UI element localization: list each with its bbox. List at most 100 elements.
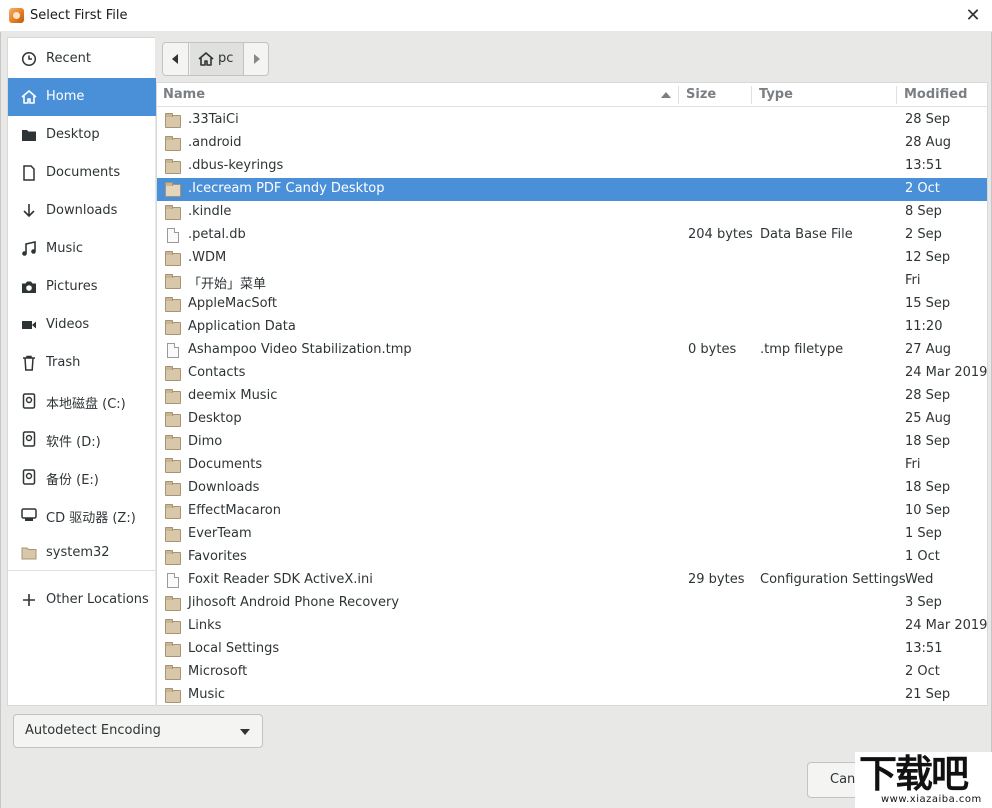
file-row[interactable]: AppleMacSoft 15 Sep	[157, 293, 987, 316]
sidebar-item-e[interactable]: 备份 (E:)	[8, 458, 156, 496]
file-row[interactable]: Documents Fri	[157, 454, 987, 477]
file-row[interactable]: .petal.db 204 bytes Data Base File 2 Sep	[157, 224, 987, 247]
file-name: .petal.db	[188, 227, 246, 242]
file-name: Application Data	[188, 319, 296, 334]
file-name: Foxit Reader SDK ActiveX.ini	[188, 572, 373, 587]
breadcrumb-label: pc	[218, 51, 234, 66]
file-row[interactable]: .kindle 8 Sep	[157, 201, 987, 224]
sidebar-item-label: Desktop	[46, 127, 100, 142]
sidebar-item-desktop[interactable]: Desktop	[8, 116, 156, 154]
column-header-type[interactable]: Type	[759, 87, 793, 102]
sidebar-item-label: Pictures	[46, 279, 98, 294]
sidebar-item-recent[interactable]: Recent	[8, 40, 156, 78]
file-row[interactable]: Foxit Reader SDK ActiveX.ini 29 bytes Conf…	[157, 569, 987, 592]
file-modified: 8 Sep	[905, 204, 942, 219]
chevron-down-icon	[240, 729, 250, 735]
encoding-dropdown[interactable]: Autodetect Encoding	[13, 714, 263, 748]
file-row[interactable]: .33TaiCi 28 Sep	[157, 109, 987, 132]
app-icon	[9, 8, 24, 23]
plus-icon	[21, 593, 37, 607]
file-row[interactable]: Desktop 25 Aug	[157, 408, 987, 431]
sidebar-item-music[interactable]: Music	[8, 230, 156, 268]
file-modified: 3 Sep	[905, 595, 942, 610]
sidebar-item-cd-z[interactable]: CD 驱动器 (Z:)	[8, 496, 156, 534]
folder-icon	[165, 596, 181, 611]
column-header-modified[interactable]: Modified	[904, 87, 967, 102]
sidebar-item-label: Videos	[46, 317, 90, 332]
column-header-size[interactable]: Size	[686, 87, 716, 102]
file-row[interactable]: Ashampoo Video Stabilization.tmp 0 bytes.…	[157, 339, 987, 362]
file-modified: 21 Sep	[905, 687, 951, 702]
file-row[interactable]: Contacts 24 Mar 2019	[157, 362, 987, 385]
sidebar-item-downloads[interactable]: Downloads	[8, 192, 156, 230]
file-chooser-dialog: Recent Home Desktop Documents Downloads Music…	[0, 32, 992, 808]
sidebar-item-label: system32	[46, 545, 110, 560]
folder-icon	[165, 389, 181, 404]
file-name: .dbus-keyrings	[188, 158, 284, 173]
file-row[interactable]: .WDM 12 Sep	[157, 247, 987, 270]
camera-icon	[21, 280, 37, 294]
file-row[interactable]: EffectMacaron 10 Sep	[157, 500, 987, 523]
path-scroll-left-button[interactable]	[163, 43, 189, 75]
file-name: .Icecream PDF Candy Desktop	[188, 181, 385, 196]
breadcrumb-home[interactable]: pc	[190, 43, 244, 75]
file-modified: Fri	[905, 273, 921, 288]
sort-ascending-icon	[661, 92, 671, 98]
file-row[interactable]: 「开始」菜单 Fri	[157, 270, 987, 293]
sidebar-item-documents[interactable]: Documents	[8, 154, 156, 192]
sidebar-item-c[interactable]: 本地磁盘 (C:)	[8, 382, 156, 420]
sidebar-item-pictures[interactable]: Pictures	[8, 268, 156, 306]
file-row[interactable]: Application Data 11:20	[157, 316, 987, 339]
sidebar-item-home[interactable]: Home	[8, 78, 156, 116]
file-name: deemix Music	[188, 388, 278, 403]
file-modified: Fri	[905, 457, 921, 472]
folder-icon	[165, 297, 181, 312]
column-divider	[751, 86, 752, 104]
document-icon	[21, 165, 37, 181]
file-row[interactable]: Local Settings 13:51	[157, 638, 987, 661]
folder-icon	[21, 546, 37, 560]
file-row[interactable]: .android 28 Aug	[157, 132, 987, 155]
watermark-text: 下载吧	[859, 752, 969, 796]
file-type: Data Base File	[760, 227, 853, 242]
file-row[interactable]: Favorites 1 Oct	[157, 546, 987, 569]
encoding-selected-value: Autodetect Encoding	[25, 723, 161, 738]
folder-icon	[165, 642, 181, 657]
file-row[interactable]: Downloads 18 Sep	[157, 477, 987, 500]
sidebar-item-label: 本地磁盘 (C:)	[46, 397, 126, 412]
folder-icon	[165, 182, 181, 197]
sidebar-item-label: 软件 (D:)	[46, 435, 101, 450]
sidebar-item-other-locations[interactable]: Other Locations	[8, 581, 156, 619]
file-row[interactable]: Dimo 18 Sep	[157, 431, 987, 454]
file-row[interactable]: Music 21 Sep	[157, 684, 987, 705]
sidebar-item-system32[interactable]: system32	[8, 534, 156, 572]
folder-icon	[165, 481, 181, 496]
file-name: Documents	[188, 457, 263, 472]
sidebar-item-videos[interactable]: Videos	[8, 306, 156, 344]
file-row[interactable]: Jihosoft Android Phone Recovery 3 Sep	[157, 592, 987, 615]
folder-icon	[165, 504, 181, 519]
file-modified: 24 Mar 2019	[905, 365, 988, 380]
file-modified: 28 Aug	[905, 135, 952, 150]
folder-icon	[165, 550, 181, 565]
file-row[interactable]: Links 24 Mar 2019	[157, 615, 987, 638]
close-window-button[interactable]: ✕	[962, 5, 984, 27]
sidebar-item-d[interactable]: 软件 (D:)	[8, 420, 156, 458]
path-scroll-right-button[interactable]	[245, 43, 268, 75]
folder-icon	[165, 205, 181, 220]
column-header-name[interactable]: Name	[163, 87, 205, 102]
file-name: AppleMacSoft	[188, 296, 277, 311]
file-row[interactable]: Microsoft 2 Oct	[157, 661, 987, 684]
file-modified: 1 Sep	[905, 526, 942, 541]
file-row[interactable]: EverTeam 1 Sep	[157, 523, 987, 546]
path-bar: pc	[162, 42, 269, 76]
folder-icon	[165, 113, 181, 128]
file-size: 204 bytes	[688, 227, 753, 242]
file-row[interactable]: .dbus-keyrings 13:51	[157, 155, 987, 178]
file-row[interactable]: deemix Music 28 Sep	[157, 385, 987, 408]
folder-icon	[165, 159, 181, 174]
file-type: .tmp filetype	[760, 342, 844, 357]
download-arrow-icon	[21, 204, 37, 218]
sidebar-item-trash[interactable]: Trash	[8, 344, 156, 382]
file-row[interactable]: .Icecream PDF Candy Desktop 2 Oct	[157, 178, 987, 201]
